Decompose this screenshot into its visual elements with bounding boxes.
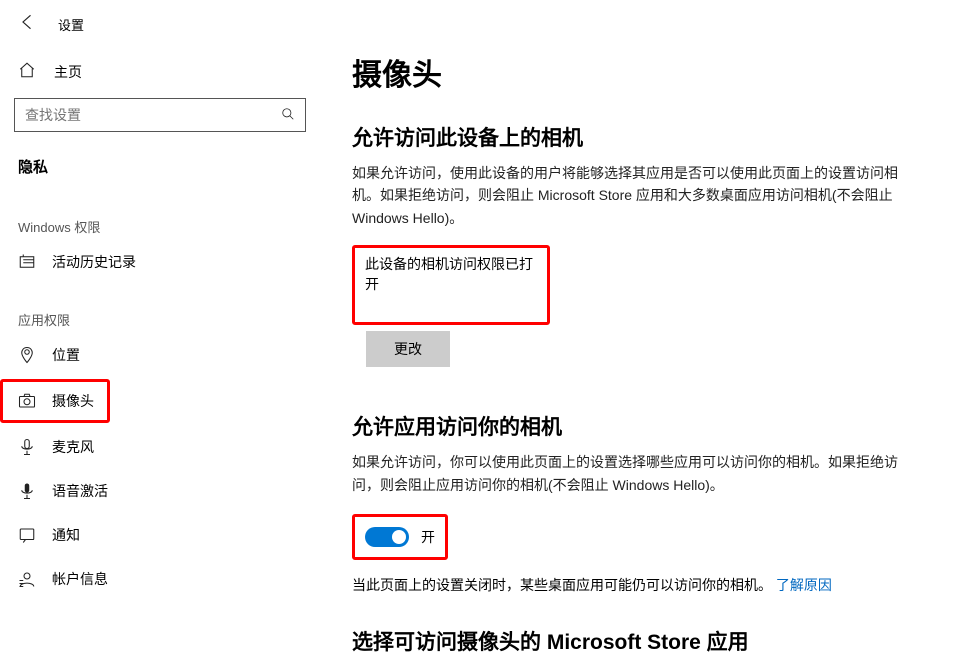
section3-heading: 选择可访问摄像头的 Microsoft Store 应用 [352,626,907,656]
location-icon [16,346,38,364]
history-icon [16,253,38,271]
window-title: 设置 [58,15,84,34]
notifications-icon [16,526,38,544]
sidebar-item-location[interactable]: 位置 [0,333,320,377]
nav-label: 语音激活 [52,481,108,501]
main-content: 摄像头 允许访问此设备上的相机 如果允许访问，使用此设备的用户将能够选择其应用是… [320,0,955,660]
home-icon [18,61,38,82]
nav-label: 麦克风 [52,437,94,457]
voice-activation-icon [16,482,38,500]
window-header: 设置 [0,8,320,51]
section2-body: 如果允许访问，你可以使用此页面上的设置选择哪些应用可以访问你的相机。如果拒绝访问… [352,451,907,496]
section2-footer: 当此页面上的设置关闭时，某些桌面应用可能仍可以访问你的相机。 了解原因 [352,574,907,596]
nav-label: 摄像头 [52,391,94,411]
sidebar-item-activity-history[interactable]: 活动历史记录 [0,240,320,284]
learn-more-link[interactable]: 了解原因 [776,577,832,593]
search-input[interactable] [25,107,281,123]
nav-label: 位置 [52,345,80,365]
search-icon [281,107,295,124]
camera-icon [16,392,38,410]
sidebar-item-microphone[interactable]: 麦克风 [0,425,320,469]
camera-toggle-wrap: 开 [352,514,448,560]
back-icon[interactable] [18,12,42,37]
section2-heading: 允许应用访问你的相机 [352,411,907,441]
sidebar-section-title: 隐私 [0,142,320,191]
nav-label: 活动历史记录 [52,252,136,272]
section1-heading: 允许访问此设备上的相机 [352,122,907,152]
toggle-label: 开 [421,527,435,547]
camera-toggle[interactable] [365,527,409,547]
sidebar-item-camera[interactable]: 摄像头 [0,379,110,423]
section1-body: 如果允许访问，使用此设备的用户将能够选择其应用是否可以使用此页面上的设置访问相机… [352,162,907,229]
sidebar-item-home[interactable]: 主页 [0,51,320,92]
nav-label: 通知 [52,525,80,545]
page-title: 摄像头 [352,50,907,94]
account-info-icon [16,570,38,588]
home-label: 主页 [54,62,82,82]
nav-label: 帐户信息 [52,569,108,589]
group-windows-permissions: Windows 权限 [0,191,320,240]
search-input-wrap[interactable] [14,98,306,132]
group-app-permissions: 应用权限 [0,284,320,333]
sidebar-item-notifications[interactable]: 通知 [0,513,320,557]
sidebar-item-account-info[interactable]: 帐户信息 [0,557,320,601]
microphone-icon [16,438,38,456]
sidebar-item-voice-activation[interactable]: 语音激活 [0,469,320,513]
device-camera-status: 此设备的相机访问权限已打开 [352,245,550,325]
change-button[interactable]: 更改 [366,331,450,367]
sidebar: 设置 主页 隐私 Windows 权限 活动历史记录 应用权限 [0,0,320,660]
